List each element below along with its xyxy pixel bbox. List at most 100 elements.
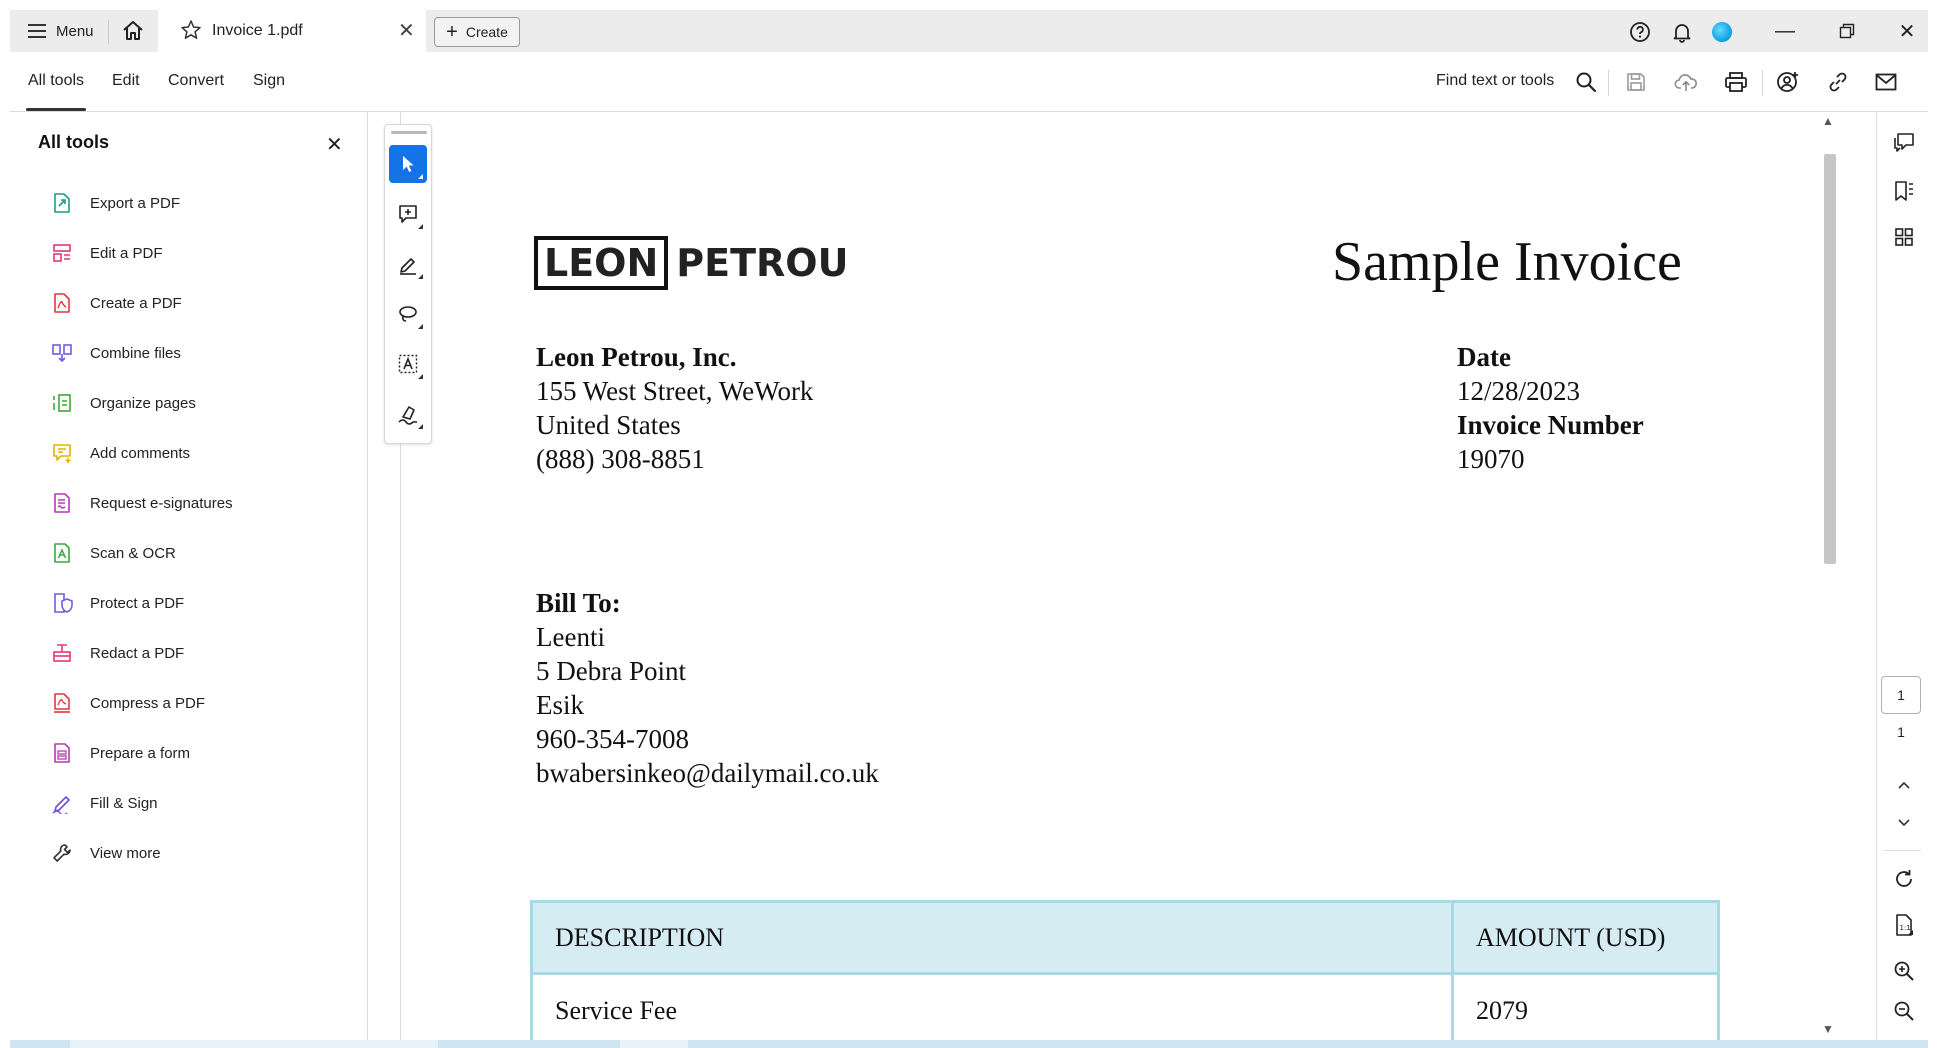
minimize-button[interactable]: — [1770, 18, 1800, 44]
help-icon [1630, 22, 1650, 42]
minimize-icon: — [1775, 19, 1795, 42]
tool-item-label: Export a PDF [90, 194, 181, 212]
tool-item-label: Create a PDF [90, 294, 182, 312]
logo-text: PETROU [676, 241, 849, 285]
invoice-title: Sample Invoice [1332, 231, 1682, 293]
table-row: Service Fee 2079 [533, 975, 1717, 1047]
tab-sign[interactable]: Sign [253, 72, 285, 90]
divider [1883, 850, 1921, 851]
tool-item-prepare-form[interactable]: Prepare a form [50, 728, 233, 778]
tool-item-label: Combine files [90, 344, 181, 362]
home-button[interactable] [120, 18, 146, 44]
drag-handle[interactable] [391, 131, 427, 134]
right-rail: 1 1 1:1 [1876, 112, 1928, 1040]
redact-pdf-icon [50, 641, 74, 665]
share-user-button[interactable] [1774, 68, 1802, 96]
tool-item-combine-files[interactable]: Combine files [50, 328, 233, 378]
scroll-thumb[interactable] [1824, 154, 1836, 564]
bell-icon [1673, 24, 1691, 43]
zoom-out-button[interactable] [1891, 998, 1917, 1024]
tool-item-organize-pages[interactable]: Organize pages [50, 378, 233, 428]
tool-item-add-comments[interactable]: Add comments [50, 428, 233, 478]
menu-button[interactable]: Menu [28, 20, 94, 42]
add-comment-tool-button[interactable] [389, 195, 427, 233]
tool-item-label: Prepare a form [90, 744, 191, 762]
pen-icon [400, 258, 416, 275]
copy-link-button[interactable] [1824, 68, 1852, 96]
highlight-tool-button[interactable] [389, 245, 427, 283]
thumbnails-panel-button[interactable] [1891, 224, 1917, 250]
draw-tool-button[interactable] [389, 295, 427, 333]
sign-tool-button[interactable] [389, 395, 427, 433]
notifications-button[interactable] [1670, 20, 1694, 44]
tab-convert[interactable]: Convert [168, 72, 224, 90]
view-more-icon [50, 841, 74, 865]
zoom-in-button[interactable] [1891, 958, 1917, 984]
scan-ocr-icon [50, 541, 74, 565]
bill-to-phone: 960-354-7008 [536, 724, 689, 754]
comments-panel-button[interactable] [1891, 130, 1917, 156]
tool-item-redact-pdf[interactable]: Redact a PDF [50, 628, 233, 678]
upload-cloud-button[interactable] [1672, 68, 1700, 96]
mail-icon [1875, 73, 1897, 91]
save-icon [1627, 73, 1645, 91]
tool-item-view-more[interactable]: View more [50, 828, 233, 878]
print-button[interactable] [1722, 68, 1750, 96]
next-page-button[interactable] [1891, 810, 1917, 836]
close-panel-icon[interactable]: ✕ [326, 132, 343, 157]
tool-item-compress-pdf[interactable]: Compress a PDF [50, 678, 233, 728]
divider [1608, 70, 1609, 96]
document-tab[interactable]: Invoice 1.pdf ✕ [158, 10, 426, 52]
restore-button[interactable] [1832, 18, 1862, 44]
date-label: Date [1457, 342, 1511, 372]
bill-to-address[interactable]: 5 Debra Point [536, 654, 879, 688]
comments-icon [1894, 133, 1914, 152]
taskbar-segment [70, 1040, 438, 1048]
bookmark-icon [1895, 181, 1913, 201]
company-phone: (888) 308-8851 [536, 444, 705, 474]
scroll-up-arrow-icon[interactable]: ▲ [1822, 114, 1834, 128]
tab-all-tools[interactable]: All tools [25, 72, 87, 111]
company-address-2: United States [536, 410, 681, 440]
rotate-icon [1896, 870, 1912, 887]
create-button[interactable]: + Create [434, 17, 520, 47]
tool-item-scan-ocr[interactable]: Scan & OCR [50, 528, 233, 578]
tool-item-fill-sign[interactable]: Fill & Sign [50, 778, 233, 828]
current-page-input[interactable]: 1 [1881, 676, 1921, 714]
table-header-amount: AMOUNT (USD) [1476, 922, 1666, 952]
document-view[interactable]: LEON PETROU Sample Invoice Leon Petrou, … [368, 112, 1816, 1047]
tool-item-request-esign[interactable]: Request e-signatures [50, 478, 233, 528]
tool-item-edit-pdf[interactable]: Edit a PDF [50, 228, 233, 278]
divider [1762, 70, 1763, 96]
title-bar: Menu Invoice 1.pdf ✕ + Create — ✕ [10, 10, 1928, 52]
tools-list: Export a PDF Edit a PDF Create a PDF Combin… [50, 178, 233, 878]
email-button[interactable] [1872, 68, 1900, 96]
rotate-button[interactable] [1891, 866, 1917, 892]
search-button[interactable] [1572, 68, 1600, 96]
find-text-or-tools[interactable]: Find text or tools [1436, 72, 1554, 90]
actual-size-button[interactable]: 1:1 [1891, 912, 1917, 938]
close-window-button[interactable]: ✕ [1892, 18, 1922, 44]
tool-item-create-pdf[interactable]: Create a PDF [50, 278, 233, 328]
help-button[interactable] [1628, 20, 1652, 44]
tool-item-export-pdf[interactable]: Export a PDF [50, 178, 233, 228]
invoice-table: DESCRIPTION AMOUNT (USD) Service Fee 207… [530, 900, 1720, 1047]
vertical-scrollbar[interactable]: ▲ ▼ [1816, 112, 1844, 1040]
protect-pdf-icon [50, 591, 74, 615]
star-icon[interactable] [180, 19, 202, 46]
invoice-meta-block: Date 12/28/2023 Invoice Number 19070 [1457, 340, 1644, 476]
previous-page-button[interactable] [1891, 772, 1917, 798]
bookmarks-panel-button[interactable] [1891, 178, 1917, 204]
close-tab-icon[interactable]: ✕ [398, 21, 415, 41]
menu-label: Menu [56, 22, 94, 40]
scroll-down-arrow-icon[interactable]: ▼ [1822, 1022, 1834, 1036]
request-esign-icon [50, 491, 74, 515]
tool-item-protect-pdf[interactable]: Protect a PDF [50, 578, 233, 628]
tab-edit[interactable]: Edit [112, 72, 140, 90]
date-value: 12/28/2023 [1457, 376, 1581, 406]
save-button[interactable] [1622, 68, 1650, 96]
text-box-tool-button[interactable] [389, 345, 427, 383]
fill-sign-icon [50, 791, 74, 815]
select-tool-button[interactable] [389, 145, 427, 183]
profile-button[interactable] [1710, 20, 1734, 44]
